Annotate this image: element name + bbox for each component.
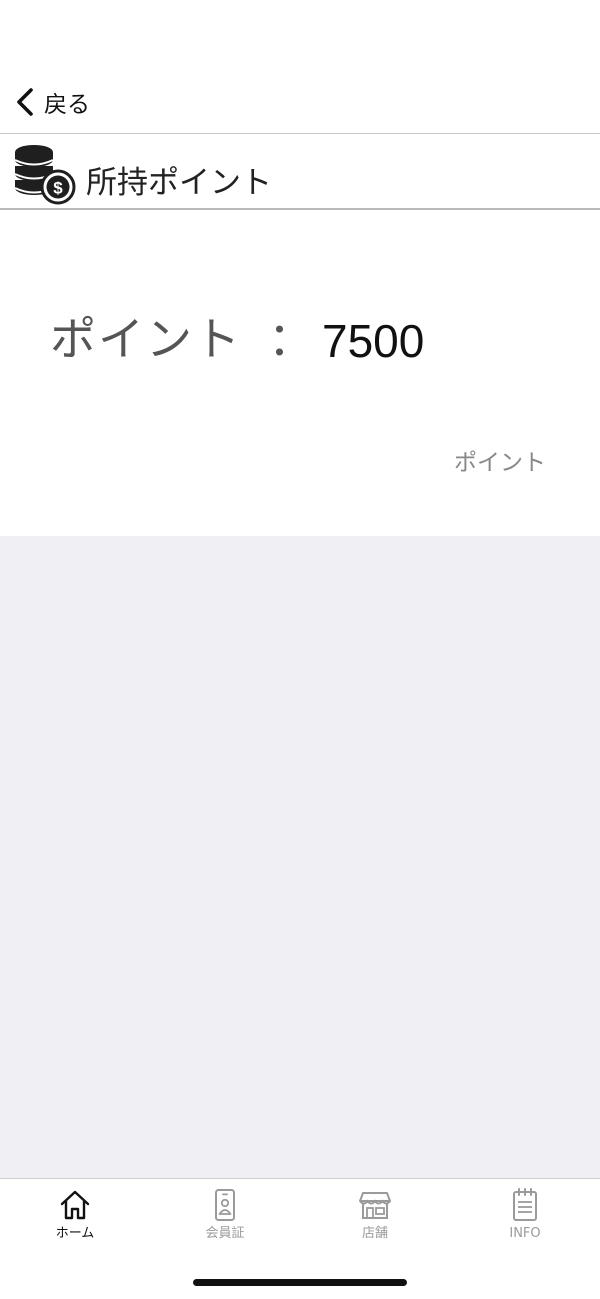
svg-text:$: $ bbox=[53, 179, 63, 198]
points-label: ポイント bbox=[50, 312, 242, 366]
points-unit: ポイント bbox=[454, 450, 546, 476]
back-label: 戻る bbox=[44, 92, 90, 118]
tab-label-home: ホーム bbox=[55, 1226, 95, 1241]
tab-label-store: 店舗 bbox=[361, 1226, 388, 1241]
content-area bbox=[0, 536, 600, 1178]
section-header: $ 所持ポイント bbox=[0, 133, 600, 210]
home-icon bbox=[57, 1187, 93, 1223]
tab-store[interactable]: 店舗 bbox=[300, 1187, 450, 1253]
points-value: 7500 bbox=[322, 315, 425, 367]
tab-home[interactable]: ホーム bbox=[0, 1187, 150, 1253]
notepad-icon bbox=[507, 1187, 543, 1223]
navigation-bar: 戻る bbox=[0, 0, 600, 133]
tab-label-member-card: 会員証 bbox=[205, 1226, 245, 1241]
tab-label-info: INFO bbox=[509, 1226, 541, 1241]
member-card-icon bbox=[207, 1187, 243, 1223]
points-separator: ： bbox=[268, 312, 314, 366]
tab-member-card[interactable]: 会員証 bbox=[150, 1187, 300, 1253]
section-title: 所持ポイント bbox=[86, 165, 272, 201]
tab-info[interactable]: INFO bbox=[450, 1187, 600, 1253]
store-icon bbox=[357, 1187, 393, 1223]
chevron-left-icon bbox=[14, 86, 36, 118]
coins-dollar-icon: $ bbox=[12, 143, 76, 205]
points-card: ポイント ： 7500 ポイント bbox=[0, 210, 600, 536]
back-button[interactable]: 戻る bbox=[14, 82, 90, 122]
home-indicator bbox=[193, 1279, 407, 1286]
